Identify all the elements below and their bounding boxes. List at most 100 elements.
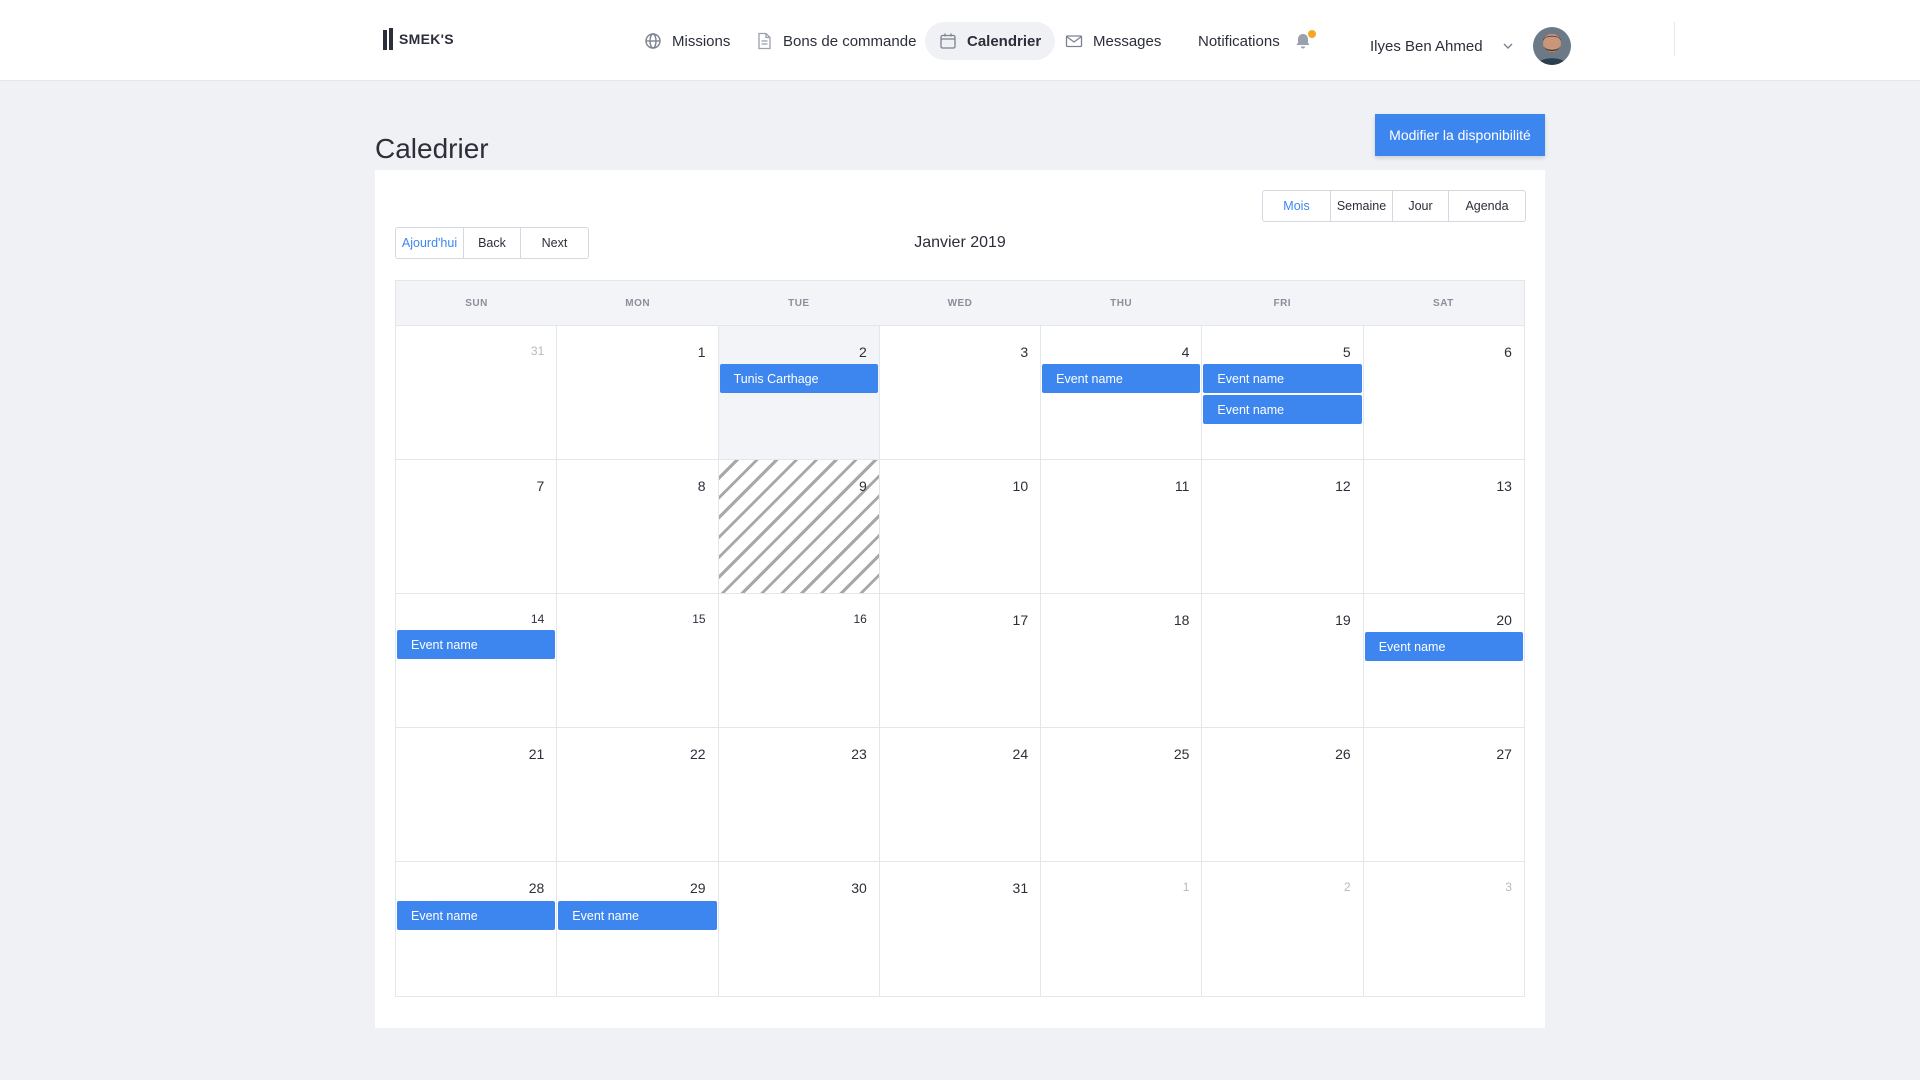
view-agenda-button[interactable]: Agenda — [1449, 191, 1525, 221]
day-cell[interactable]: 8 — [557, 460, 719, 593]
nav-missions[interactable]: Missions — [644, 22, 730, 60]
event-item[interactable]: Event name — [558, 901, 717, 930]
day-cell[interactable]: 21 — [396, 728, 558, 861]
month-grid: SUN MON TUE WED THU FRI SAT 31 1 2 Tunis… — [395, 280, 1525, 997]
day-cell[interactable]: 1 — [557, 326, 719, 459]
day-number: 28 — [528, 880, 545, 896]
calendar-icon — [940, 33, 956, 49]
day-cell[interactable]: 13 — [1364, 460, 1524, 593]
nav-calendrier[interactable]: Calendrier — [925, 22, 1056, 60]
nav-notifications[interactable]: Notifications — [1198, 22, 1316, 60]
day-number: 29 — [689, 880, 706, 896]
day-cell[interactable]: 26 — [1202, 728, 1364, 861]
day-cell[interactable]: 5 Event name Event name — [1202, 326, 1364, 459]
day-number: 6 — [1504, 344, 1512, 360]
week-row: 14 Event name 15 16 17 18 19 20 Event na… — [396, 594, 1524, 728]
day-number: 8 — [697, 478, 706, 494]
day-cell[interactable]: 31 — [880, 862, 1042, 996]
calendar-card: Mois Semaine Jour Agenda Ajourd'hui Back… — [375, 170, 1545, 1028]
day-cell[interactable]: 1 — [1041, 862, 1203, 996]
weekday-fri: FRI — [1273, 297, 1292, 309]
day-number: 9 — [859, 478, 867, 494]
view-day-button[interactable]: Jour — [1393, 191, 1449, 221]
day-cell[interactable]: 30 — [719, 862, 880, 996]
day-cell[interactable]: 11 — [1041, 460, 1203, 593]
day-cell[interactable]: 18 — [1041, 594, 1203, 727]
day-cell[interactable]: 12 — [1202, 460, 1364, 593]
day-cell[interactable]: 24 — [880, 728, 1042, 861]
day-cell[interactable]: 29 Event name — [557, 862, 719, 996]
top-bar: SMEK'S Missions Bons de commande Calendr… — [0, 0, 1920, 81]
day-number: 31 — [530, 344, 545, 358]
day-cell[interactable]: 27 — [1364, 728, 1524, 861]
day-number: 27 — [1496, 746, 1512, 762]
view-month-button[interactable]: Mois — [1263, 191, 1331, 221]
day-cell[interactable]: 28 Event name — [396, 862, 558, 996]
week-row: 31 1 2 Tunis Carthage 3 4 Event name 5 E… — [396, 326, 1524, 460]
day-cell[interactable]: 19 — [1202, 594, 1364, 727]
event-item[interactable]: Event name — [1364, 632, 1523, 661]
brand-logo[interactable]: SMEK'S — [383, 28, 454, 50]
day-number: 24 — [1012, 746, 1029, 762]
day-cell[interactable]: 23 — [719, 728, 880, 861]
avatar[interactable] — [1532, 27, 1571, 65]
week-row: 7 8 9 10 11 12 13 — [396, 460, 1524, 594]
week-row: 28 Event name 29 Event name 30 31 1 2 3 — [396, 862, 1524, 996]
day-cell[interactable]: 20 Event name — [1364, 594, 1524, 727]
notification-dot — [1307, 30, 1316, 38]
day-number: 2 — [859, 344, 867, 360]
day-cell[interactable]: 4 Event name — [1041, 326, 1203, 459]
day-cell[interactable]: 16 — [719, 594, 880, 727]
weekday-thu: THU — [1110, 297, 1133, 309]
nav-bons-de-commande[interactable]: Bons de commande — [755, 22, 916, 60]
view-week-button[interactable]: Semaine — [1331, 191, 1393, 221]
event-item[interactable]: Event name — [1203, 364, 1362, 393]
day-number: 18 — [1173, 612, 1190, 628]
day-number: 1 — [1182, 880, 1190, 894]
event-item[interactable]: Event name — [1042, 364, 1201, 393]
day-number: 13 — [1496, 478, 1512, 494]
envelope-icon — [1065, 35, 1083, 48]
event-item[interactable]: Event name — [1203, 395, 1362, 424]
day-cell-unavailable[interactable]: 9 — [718, 460, 880, 593]
day-number: 31 — [1012, 880, 1029, 896]
day-number: 19 — [1335, 612, 1351, 628]
day-cell[interactable]: 15 — [557, 594, 719, 727]
day-cell[interactable]: 10 — [880, 460, 1042, 593]
day-number: 22 — [689, 746, 706, 762]
globe-icon — [645, 33, 661, 49]
day-number: 23 — [851, 746, 867, 762]
page-title: Caledrier — [375, 133, 489, 164]
day-cell[interactable]: 25 — [1041, 728, 1203, 861]
day-cell[interactable]: 14 Event name — [396, 594, 558, 727]
weekday-wed: WED — [947, 297, 973, 309]
day-number: 2 — [1344, 880, 1351, 894]
weekday-sun: SUN — [465, 297, 488, 309]
day-cell[interactable]: 22 — [557, 728, 719, 861]
user-menu[interactable]: Ilyes Ben Ahmed — [1370, 27, 1571, 65]
day-number: 20 — [1496, 612, 1512, 628]
day-cell[interactable]: 17 — [880, 594, 1042, 727]
nav-calendrier-label: Calendrier — [967, 32, 1042, 50]
bell-icon — [1294, 30, 1316, 50]
day-cell[interactable]: 31 — [396, 326, 558, 459]
modifier-disponibilite-button[interactable]: Modifier la disponibilité — [1375, 114, 1545, 156]
nav-bons-label: Bons de commande — [783, 32, 917, 50]
event-item[interactable]: Event name — [397, 630, 556, 659]
day-cell[interactable]: 3 — [880, 326, 1042, 459]
day-number: 3 — [1020, 344, 1029, 360]
day-number: 25 — [1173, 746, 1190, 762]
nav-messages[interactable]: Messages — [1065, 22, 1161, 60]
event-item[interactable]: Event name — [397, 901, 556, 930]
day-cell-today[interactable]: 2 Tunis Carthage — [718, 326, 880, 459]
event-tunis-carthage[interactable]: Tunis Carthage — [719, 364, 878, 393]
day-cell[interactable]: 3 — [1364, 862, 1524, 996]
day-cell[interactable]: 2 — [1202, 862, 1364, 996]
nav-notifications-label: Notifications — [1198, 32, 1280, 50]
weekday-mon: MON — [625, 297, 651, 309]
logo-mark-icon — [383, 28, 393, 50]
day-number: 15 — [692, 612, 706, 626]
day-number: 21 — [528, 746, 545, 762]
day-cell[interactable]: 6 — [1364, 326, 1524, 459]
day-cell[interactable]: 7 — [396, 460, 558, 593]
